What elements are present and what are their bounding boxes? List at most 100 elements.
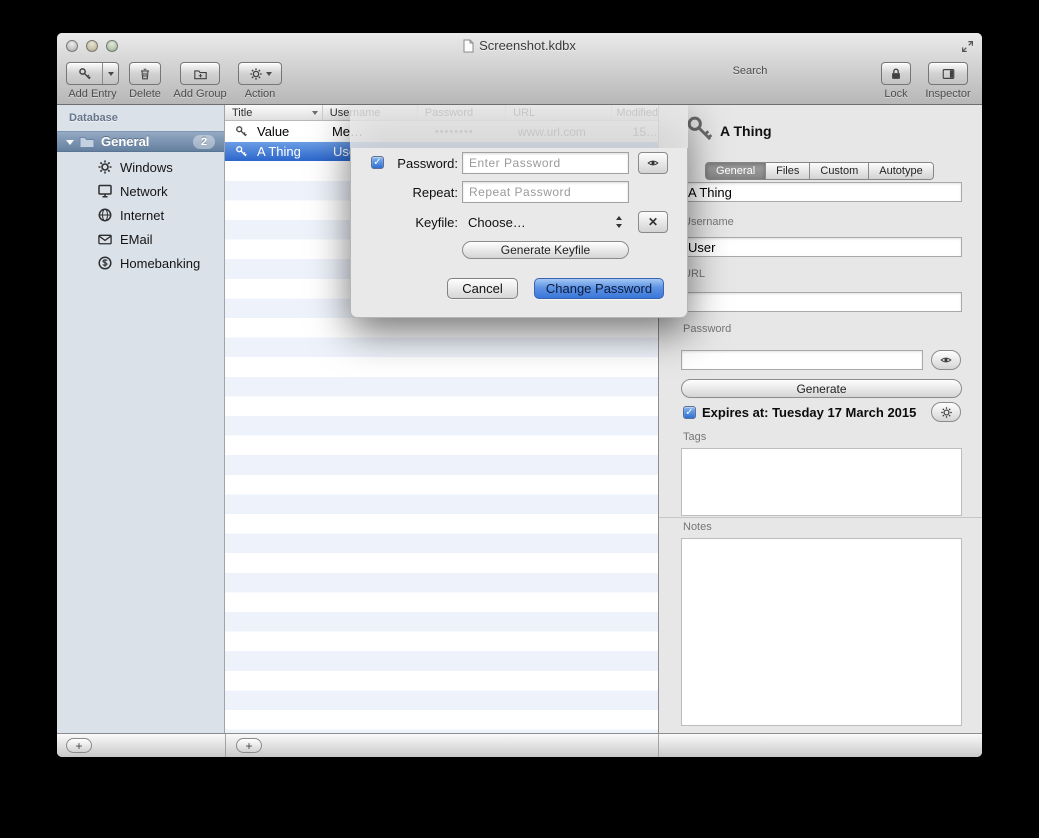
- notes-label: Notes: [683, 521, 712, 533]
- tab-custom[interactable]: Custom: [810, 163, 869, 179]
- sidebar-item-network[interactable]: Network: [57, 179, 224, 203]
- monitor-icon: [97, 183, 113, 199]
- key-icon: [235, 145, 248, 158]
- lock-label: Lock: [879, 88, 913, 100]
- tab-general[interactable]: General: [706, 163, 766, 179]
- sidebar-item-label: EMail: [120, 232, 153, 247]
- password-label: Password: [683, 323, 731, 335]
- add-entry-plus-button[interactable]: +: [236, 738, 262, 753]
- column-header-title[interactable]: Title: [225, 105, 323, 120]
- gear-icon: [940, 406, 953, 419]
- add-group-label: Add Group: [170, 88, 230, 100]
- banking-icon: [97, 255, 113, 271]
- inspector-tabs: General Files Custom Autotype: [705, 162, 934, 180]
- username-field[interactable]: [681, 237, 962, 257]
- delete-button[interactable]: [129, 62, 161, 85]
- tags-textarea[interactable]: [681, 448, 962, 516]
- chevron-down-icon: [108, 72, 114, 79]
- change-password-sheet: ✓ Password: Repeat: Keyfile: Choose… ✕ G…: [350, 103, 688, 318]
- inspector-button[interactable]: [928, 62, 968, 85]
- sheet-translucent-top: [350, 103, 688, 148]
- notes-textarea[interactable]: [681, 538, 962, 726]
- repeat-input[interactable]: [462, 181, 629, 203]
- reveal-password-button[interactable]: [931, 350, 961, 370]
- envelope-icon: [97, 232, 113, 247]
- check-icon: ✓: [685, 407, 693, 418]
- expires-text: Expires at: Tuesday 17 March 2015: [702, 405, 916, 420]
- lock-button[interactable]: [881, 62, 911, 85]
- sidebar: Database General 2 Windows Network Inter…: [57, 105, 225, 733]
- windows-gear-icon: [97, 159, 113, 175]
- sidebar-item-label: Homebanking: [120, 256, 200, 271]
- folder-icon: [79, 135, 95, 149]
- check-icon: ✓: [373, 157, 381, 168]
- sidebar-item-label: Internet: [120, 208, 164, 223]
- keyfile-value: Choose…: [468, 215, 526, 230]
- disclosure-triangle-icon[interactable]: [66, 140, 74, 149]
- action-button[interactable]: [238, 62, 282, 85]
- sidebar-item-windows[interactable]: Windows: [57, 155, 224, 179]
- entry-key-icon: [685, 111, 715, 147]
- tab-autotype[interactable]: Autotype: [869, 163, 932, 179]
- eye-icon: [646, 157, 660, 169]
- sidebar-item-email[interactable]: EMail: [57, 227, 224, 251]
- password-checkbox[interactable]: ✓: [371, 156, 384, 169]
- expires-options-button[interactable]: [931, 402, 961, 422]
- window-title-text: Screenshot.kdbx: [479, 38, 576, 53]
- add-group-button[interactable]: [180, 62, 220, 85]
- add-entry-label: Add Entry: [66, 88, 119, 100]
- add-group-plus-button[interactable]: +: [66, 738, 92, 753]
- sidebar-item-internet[interactable]: Internet: [57, 203, 224, 227]
- sidebar-section-header: Database: [69, 112, 118, 124]
- entry-count-badge: 2: [193, 135, 215, 149]
- keyfile-popup[interactable]: Choose…: [462, 211, 629, 233]
- trash-icon: [138, 67, 152, 81]
- sidebar-item-homebanking[interactable]: Homebanking: [57, 251, 224, 275]
- title-field[interactable]: [681, 182, 962, 202]
- sheet-body: ✓ Password: Repeat: Keyfile: Choose… ✕ G…: [350, 148, 688, 318]
- delete-label: Delete: [127, 88, 163, 100]
- folder-plus-icon: [193, 67, 208, 81]
- inspector-label: Inspector: [923, 88, 973, 100]
- keyfile-label: Keyfile:: [386, 215, 458, 230]
- close-icon: ✕: [648, 215, 658, 229]
- lock-icon: [889, 67, 903, 81]
- action-label: Action: [237, 88, 283, 100]
- sidebar-group-general[interactable]: General 2: [57, 131, 224, 152]
- inspector-panel-icon: [941, 67, 956, 81]
- key-icon: [235, 125, 248, 138]
- expires-checkbox[interactable]: ✓: [683, 406, 696, 419]
- reveal-password-button[interactable]: [638, 152, 668, 174]
- add-entry-dropdown[interactable]: [103, 68, 118, 79]
- entry-title: Value: [257, 124, 289, 139]
- password-input[interactable]: [462, 152, 629, 174]
- screen-background: Screenshot.kdbx Add Entry: [0, 0, 1039, 838]
- sidebar-item-label: Network: [120, 184, 168, 199]
- clear-keyfile-button[interactable]: ✕: [638, 211, 668, 233]
- cancel-button[interactable]: Cancel: [447, 278, 518, 299]
- url-field[interactable]: [681, 292, 962, 312]
- gear-icon: [249, 67, 263, 81]
- sidebar-group-label: General: [101, 134, 149, 149]
- password-label: Password:: [386, 156, 458, 171]
- eye-icon: [939, 354, 953, 366]
- divider: [225, 734, 226, 757]
- tags-label: Tags: [683, 431, 706, 443]
- fullscreen-icon[interactable]: [961, 40, 974, 53]
- window-chrome: Screenshot.kdbx Add Entry: [57, 33, 982, 105]
- add-entry-button[interactable]: [66, 62, 119, 85]
- expires-row: ✓ Expires at: Tuesday 17 March 2015: [683, 405, 916, 420]
- search-label: Search: [630, 65, 870, 77]
- section-divider: [659, 517, 982, 518]
- sidebar-item-label: Windows: [120, 160, 173, 175]
- generate-password-button[interactable]: Generate: [681, 379, 962, 398]
- key-icon: [67, 67, 102, 81]
- entry-title: A Thing: [257, 144, 301, 159]
- titlebar[interactable]: Screenshot.kdbx: [57, 33, 982, 59]
- change-password-button[interactable]: Change Password: [534, 278, 664, 299]
- inspector-entry-title: A Thing: [720, 123, 772, 139]
- password-field[interactable]: [681, 350, 923, 370]
- toolbar: Add Entry Delete Add Group: [57, 59, 982, 105]
- generate-keyfile-button[interactable]: Generate Keyfile: [462, 241, 629, 259]
- tab-files[interactable]: Files: [766, 163, 810, 179]
